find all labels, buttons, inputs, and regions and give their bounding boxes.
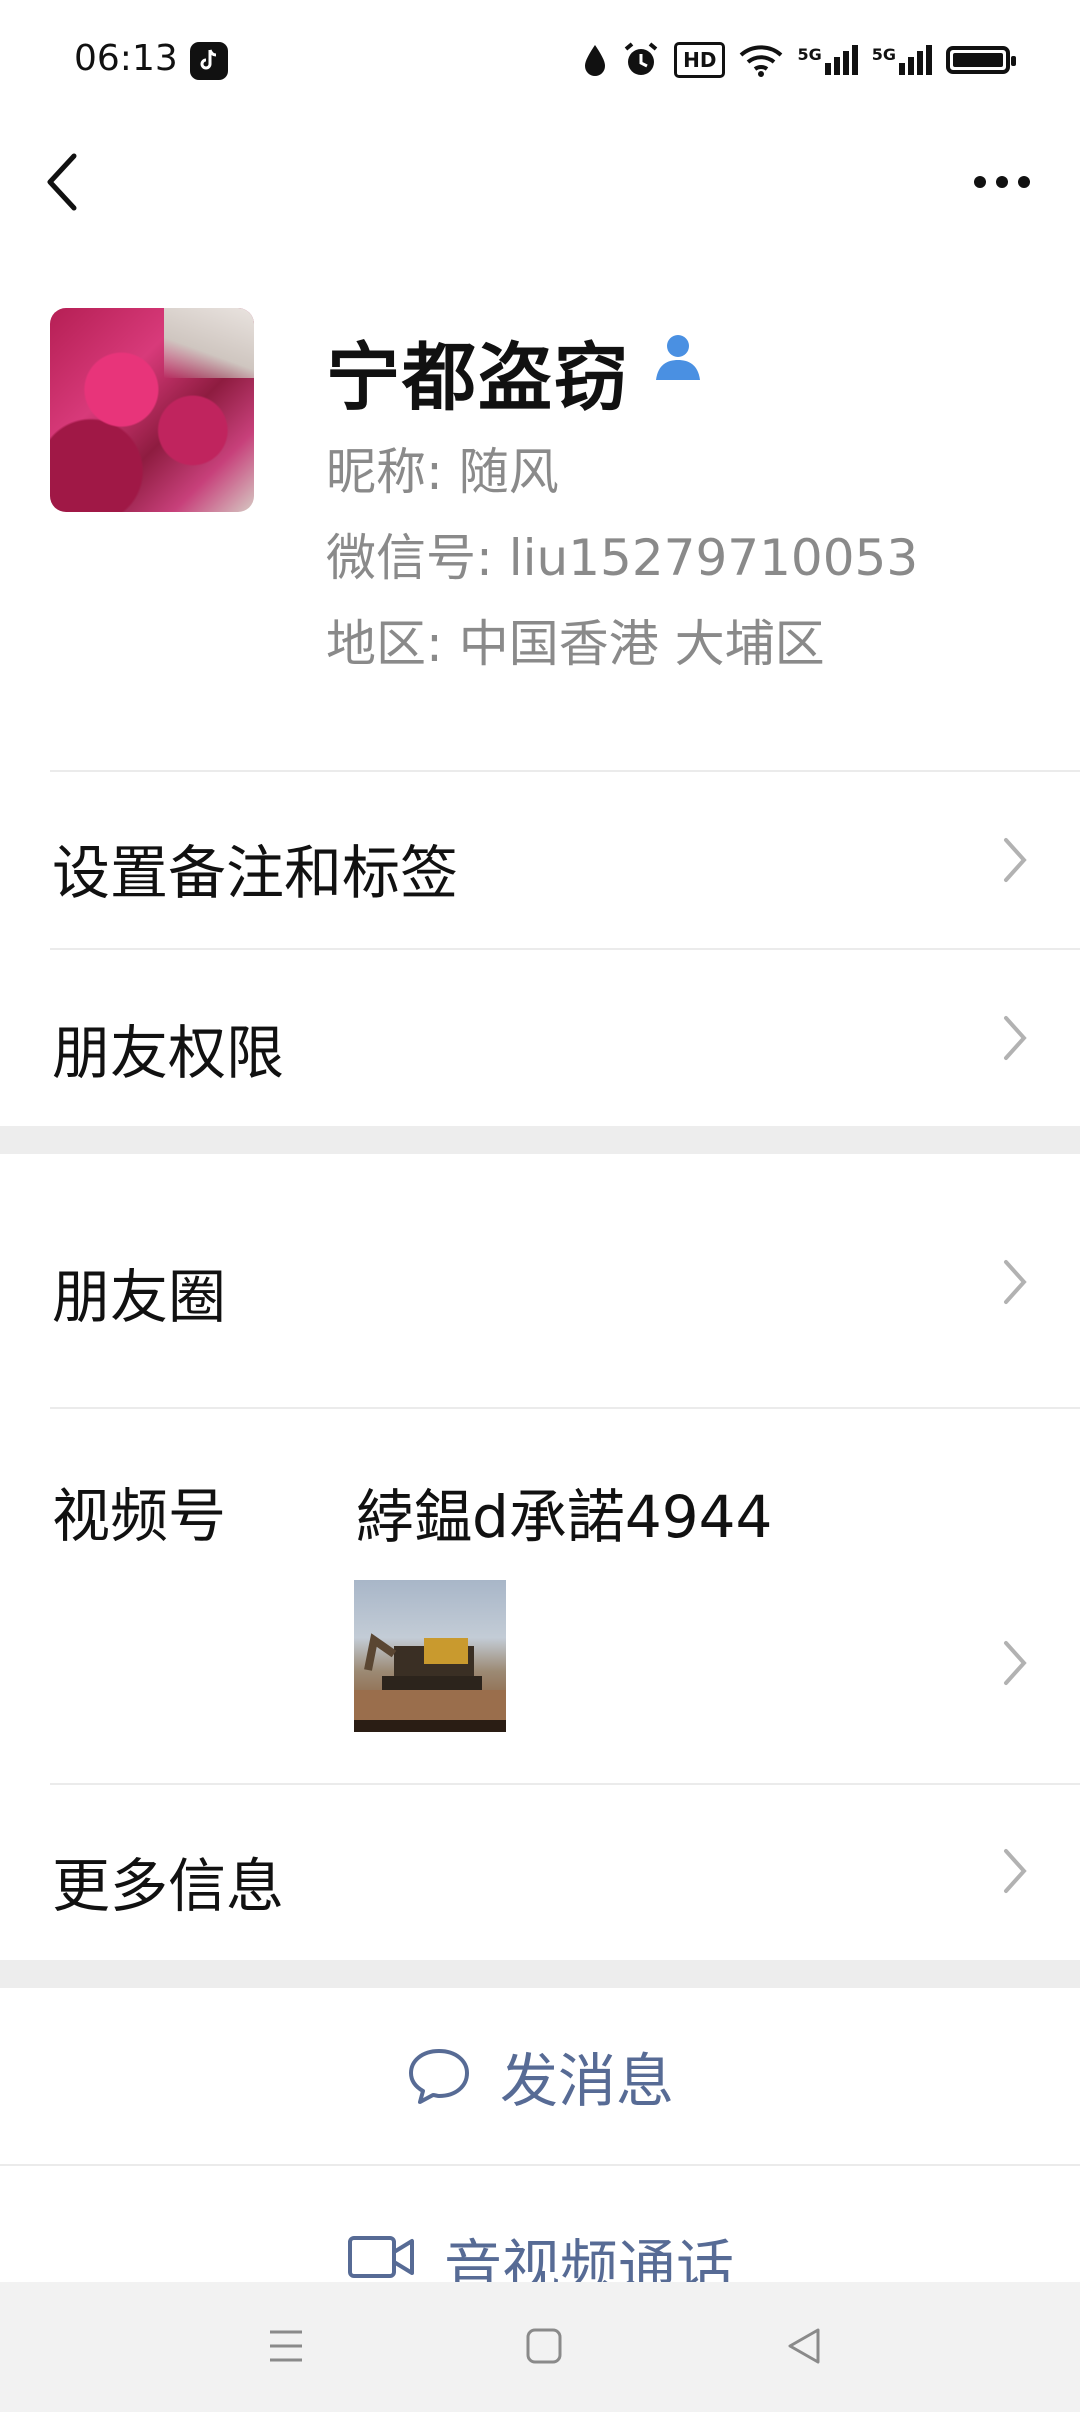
moments-label: 朋友圈	[52, 1263, 227, 1331]
droplet-icon	[585, 45, 606, 76]
status-time: 06:13	[74, 38, 178, 79]
nickname: 昵称: 随风	[326, 443, 559, 501]
tiktok-notification-icon	[190, 42, 228, 80]
chat-bubble-icon	[408, 2049, 469, 2104]
channels-label: 视频号	[52, 1482, 227, 1550]
battery-icon	[946, 46, 1016, 74]
hd-icon: HD	[674, 42, 726, 78]
wechat-id: 微信号: liu15279710053	[326, 529, 919, 587]
moments-row[interactable]: 朋友圈	[0, 1154, 1080, 1408]
friend-permissions-row[interactable]: 朋友权限	[0, 950, 1080, 1126]
chevron-right-icon	[1004, 1260, 1027, 1304]
contact-person-icon	[656, 335, 700, 380]
video-camera-icon	[347, 2236, 414, 2278]
friend-permissions-label: 朋友权限	[52, 1019, 285, 1087]
menu-icon[interactable]	[266, 2326, 306, 2366]
more-info-label: 更多信息	[52, 1852, 285, 1920]
system-navigation-bar	[0, 2282, 1080, 2412]
section-gap	[0, 1126, 1080, 1154]
home-icon[interactable]	[524, 2326, 564, 2366]
chevron-left-icon[interactable]	[40, 150, 84, 214]
section-gap	[0, 1960, 1080, 1988]
wifi-icon	[740, 45, 783, 77]
channels-account-name: 綍鎾d承諾4944	[356, 1483, 773, 1551]
alarm-icon	[624, 42, 658, 75]
more-info-row[interactable]: 更多信息	[0, 1785, 1080, 1961]
signal-5g-icon: 5G	[797, 45, 858, 75]
remark-tags-label: 设置备注和标签	[52, 839, 459, 907]
signal-5g-icon: 5G	[872, 45, 932, 75]
channels-thumbnail[interactable]	[354, 1580, 506, 1732]
more-dots-icon[interactable]	[972, 172, 1032, 192]
remark-tags-row[interactable]: 设置备注和标签	[0, 772, 1080, 948]
profile-name: 宁都盗窃	[326, 335, 630, 421]
channels-row[interactable]: 视频号	[0, 1409, 1080, 1783]
avatar[interactable]	[50, 308, 254, 512]
excavator-image	[354, 1633, 506, 1732]
send-message-button[interactable]: 发消息	[0, 1988, 1080, 2164]
chevron-right-icon	[1004, 1641, 1027, 1685]
back-triangle-icon[interactable]	[784, 2326, 824, 2366]
chevron-right-icon	[1004, 838, 1027, 882]
status-indicators: HD 5G 5G	[582, 38, 1016, 82]
send-message-label: 发消息	[499, 2047, 674, 2115]
chevron-right-icon	[1004, 1849, 1027, 1893]
region: 地区: 中国香港 大埔区	[326, 615, 825, 673]
chevron-right-icon	[1004, 1016, 1027, 1060]
